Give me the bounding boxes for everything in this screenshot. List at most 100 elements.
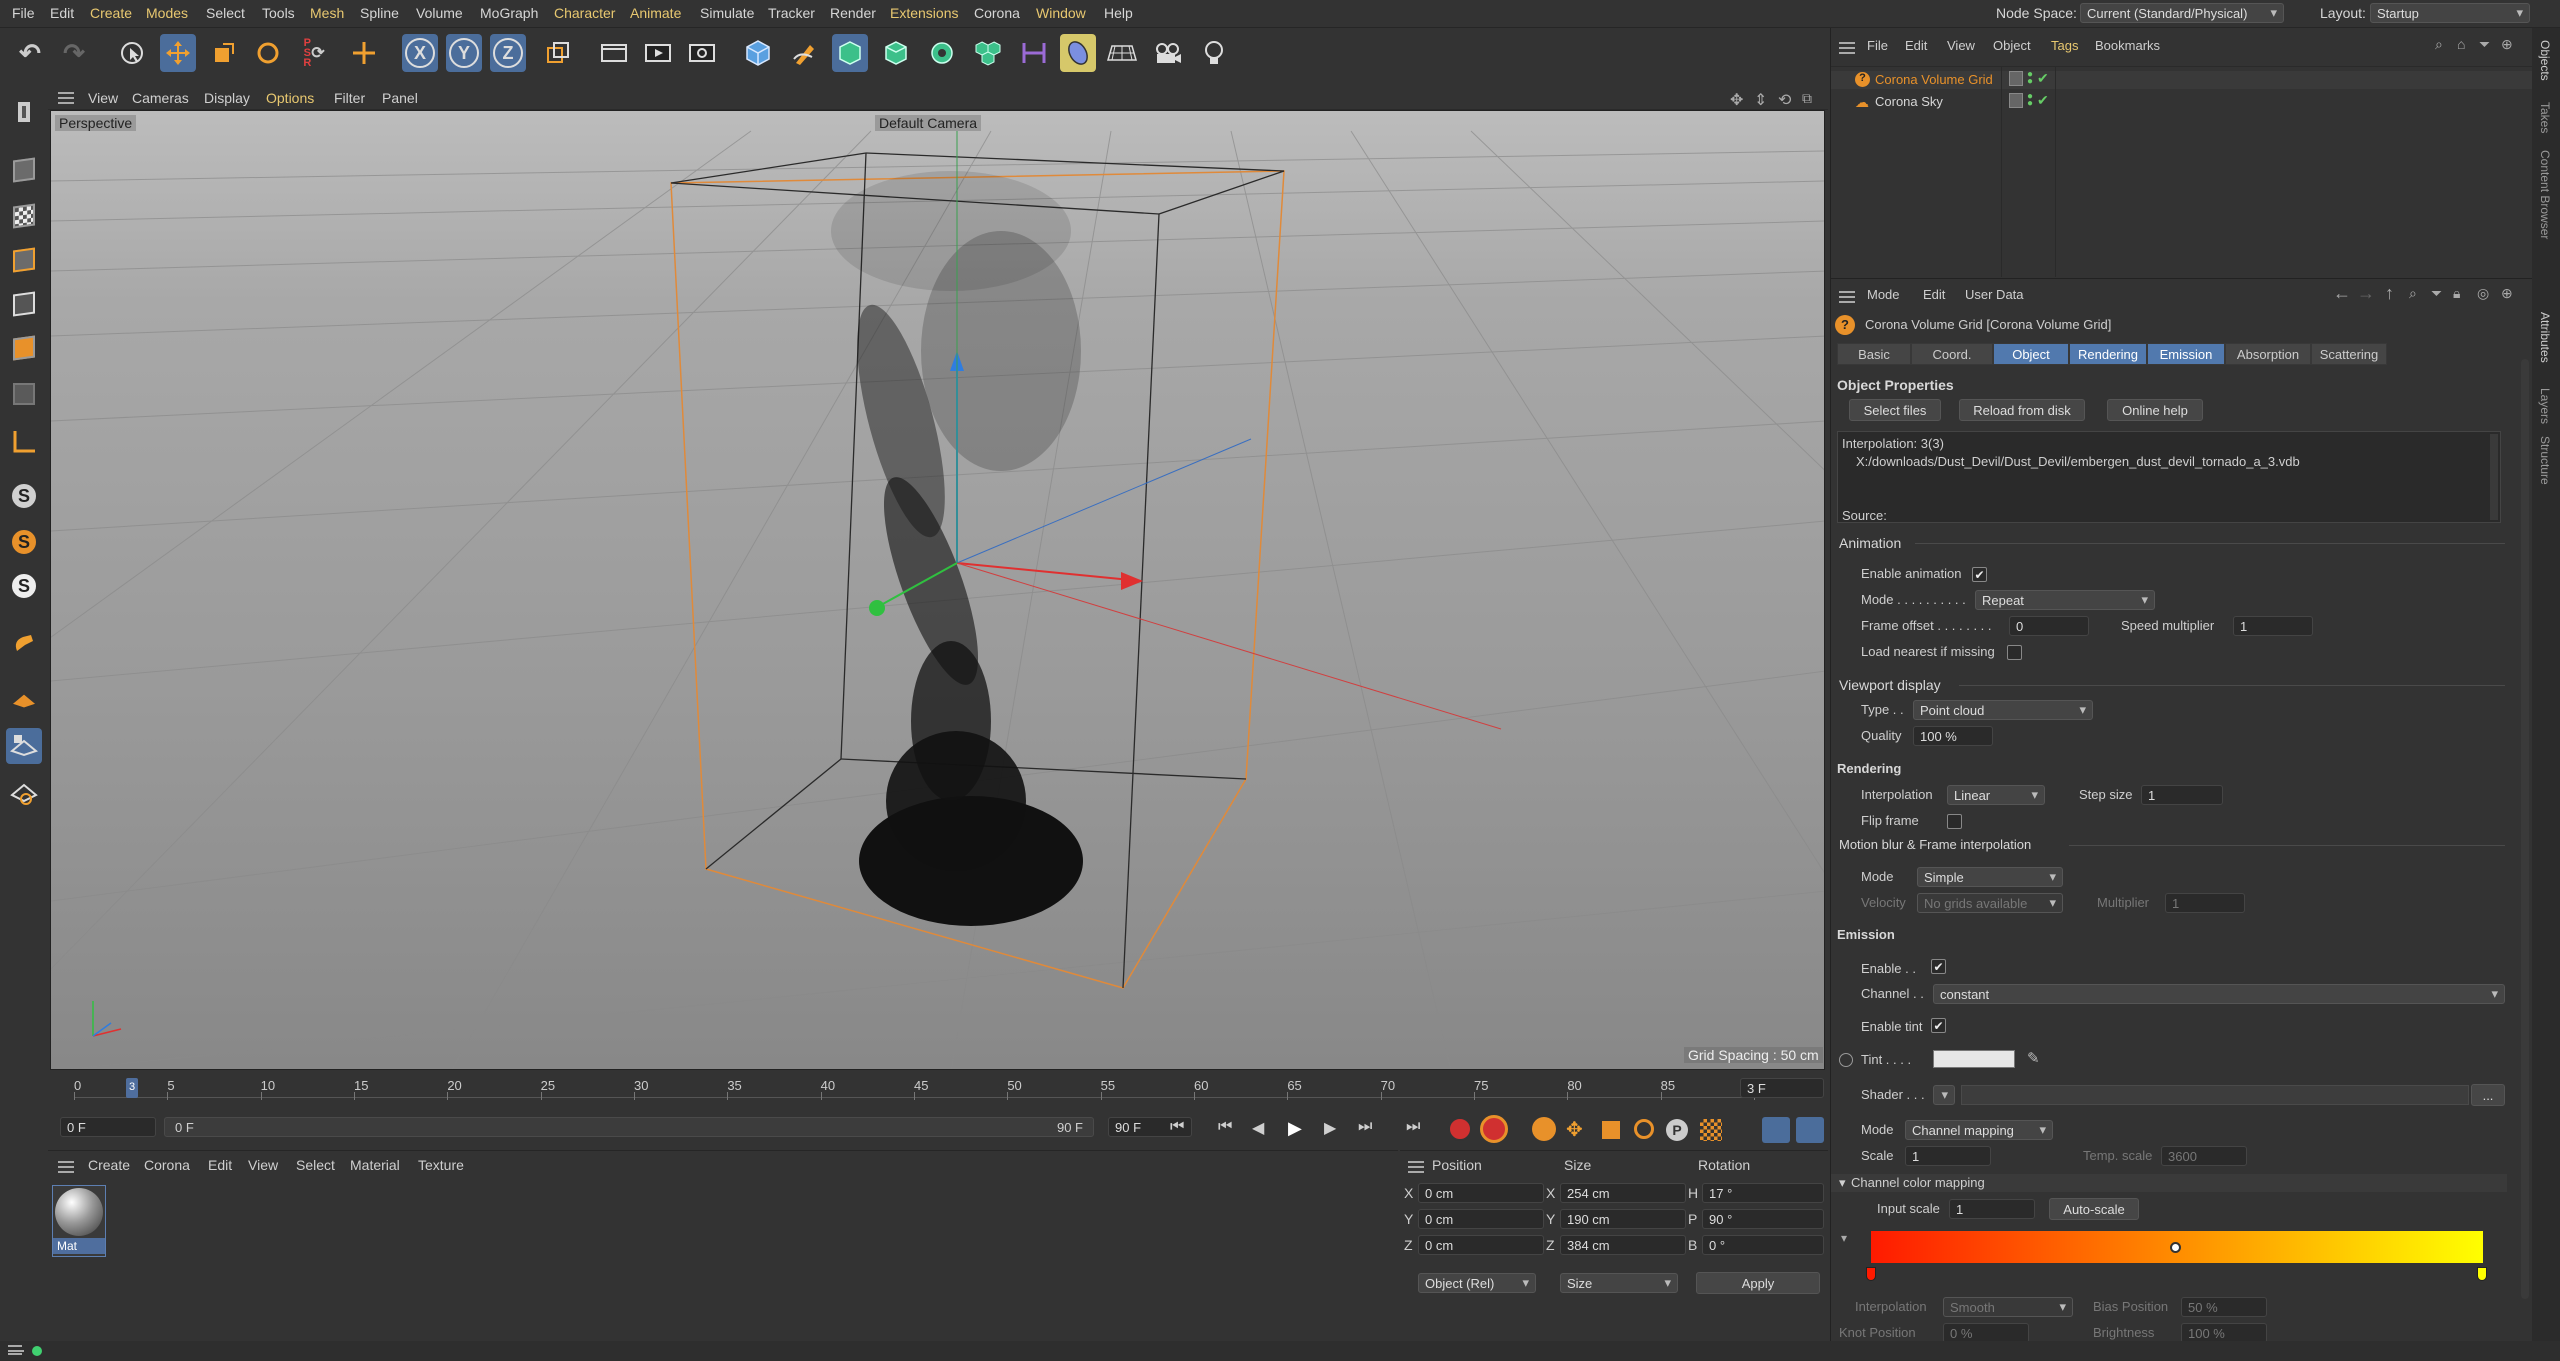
go-to-start-icon[interactable]: ⏮ [1170,1118,1184,1136]
material-swatch[interactable]: Mat [52,1185,106,1257]
scale-field[interactable]: 1 [1905,1146,1991,1166]
input-scale-field[interactable]: 1 [1949,1199,2035,1219]
material-menu-material[interactable]: Material [350,1157,400,1173]
gradient-knot-end[interactable] [2477,1267,2487,1281]
viewport-menu-filter[interactable]: Filter [334,90,365,106]
coord-size-x-field[interactable]: 254 cm [1560,1183,1686,1203]
attr-filter-icon[interactable]: ⏷ [2431,285,2442,302]
node-space-dropdown[interactable]: Current (Standard/Physical) [2080,3,2284,23]
tab-emission[interactable]: Emission [2147,343,2225,365]
sidetab-layers[interactable]: Layers [2538,388,2552,424]
material-name[interactable]: Mat [53,1238,105,1254]
viewport-camera-name[interactable]: Default Camera [875,115,982,131]
info-textbox[interactable]: Interpolation: 3(3) X:/downloads/Dust_De… [1837,431,2501,523]
tint-animate-icon[interactable] [1839,1053,1853,1067]
sidetab-structure[interactable]: Structure [2538,436,2552,485]
move-tool-icon[interactable] [160,34,196,72]
previous-frame-icon[interactable]: ◀ [1252,1118,1264,1138]
menu-window[interactable]: Window [1036,5,1086,21]
tab-object[interactable]: Object [1993,343,2069,365]
visibility-dots-icon[interactable]: ● ● [2027,70,2033,87]
coord-apply-button[interactable]: Apply [1696,1272,1820,1294]
tab-scattering[interactable]: Scattering [2311,343,2387,365]
attribute-hamburger-icon[interactable] [1839,291,1855,303]
enable-animation-checkbox[interactable]: ✔ [1972,567,1987,582]
obj-menu-edit[interactable]: Edit [1905,38,1927,53]
coordinate-tool-icon[interactable] [346,34,382,72]
viewport-menu-display[interactable]: Display [204,90,250,106]
autokey-icon[interactable] [1480,1115,1508,1143]
recent-tools-icon[interactable]: P S R ⟳ [296,34,332,72]
layer-icon[interactable] [2009,93,2023,108]
field-icon[interactable] [1060,34,1096,72]
layout-dropdown[interactable]: Startup [2370,3,2530,23]
frame-offset-field[interactable]: 0 [2009,616,2089,636]
gradient-knot-start[interactable] [1866,1267,1876,1281]
material-menu-create[interactable]: Create [88,1157,130,1173]
material-menu-texture[interactable]: Texture [418,1157,464,1173]
keyframe-selection-icon[interactable] [1532,1117,1556,1141]
obj-menu-file[interactable]: File [1867,38,1888,53]
viewport-pan-icon[interactable]: ✥ [1730,90,1743,110]
attr-menu-edit[interactable]: Edit [1923,287,1945,302]
brightness-field[interactable]: 100 % [2181,1323,2267,1343]
forward-arrow-icon[interactable]: → [2357,283,2375,304]
menu-mograph[interactable]: MoGraph [480,5,538,21]
model-mode-icon[interactable] [6,152,42,188]
locked-workplane-icon[interactable] [6,728,42,764]
menu-extensions[interactable]: Extensions [890,5,958,21]
make-editable-icon[interactable] [6,94,42,130]
coordinates-hamburger-icon[interactable] [1408,1161,1424,1173]
shader-dropdown[interactable] [1933,1085,1955,1105]
select-tool-icon[interactable] [114,34,150,72]
current-frame-field[interactable]: 3 F [1740,1078,1824,1098]
coord-pos-x-field[interactable]: 0 cm [1418,1183,1544,1203]
viewport-hamburger-icon[interactable] [58,92,74,104]
attr-menu-user-data[interactable]: User Data [1965,287,2024,302]
menu-modes[interactable]: Modes [146,5,188,21]
menu-create[interactable]: Create [90,5,132,21]
pen-spline-icon[interactable] [786,34,822,72]
3d-viewport[interactable]: Perspective Default Camera Grid Spacing … [50,110,1825,1070]
step-size-field[interactable]: 1 [2141,785,2223,805]
uv-mode-icon[interactable] [6,376,42,412]
anim-mode-dropdown[interactable]: Repeat [1975,590,2155,610]
undo-icon[interactable]: ↶ [12,34,48,72]
tab-basic[interactable]: Basic [1837,343,1911,365]
coordinate-system-icon[interactable] [540,34,576,72]
menu-spline[interactable]: Spline [360,5,399,21]
timeline[interactable]: 051015202530354045505560657075808590 3 3… [48,1072,1828,1120]
coord-rot-h-field[interactable]: 17 ° [1702,1183,1824,1203]
load-nearest-checkbox[interactable] [2007,645,2022,660]
menu-tools[interactable]: Tools [262,5,295,21]
shader-slot[interactable] [1961,1085,2469,1105]
z-axis-lock-button[interactable]: Z [490,34,526,72]
reload-from-disk-button[interactable]: Reload from disk [1959,399,2085,421]
enabled-check-icon[interactable]: ✔ [2037,70,2049,87]
coord-size-mode-dropdown[interactable]: Size [1560,1273,1678,1293]
viewport-menu-panel[interactable]: Panel [382,90,418,106]
tab-rendering[interactable]: Rendering [2069,343,2147,365]
attr-menu-mode[interactable]: Mode [1867,287,1900,302]
polygons-mode-icon[interactable] [6,330,42,366]
floor-icon[interactable] [1104,34,1140,72]
interpolation-dropdown[interactable]: Linear [1947,785,2045,805]
coord-rot-p-field[interactable]: 90 ° [1702,1209,1824,1229]
menu-select[interactable]: Select [206,5,245,21]
viewport-menu-cameras[interactable]: Cameras [132,90,189,106]
attribute-scrollbar[interactable] [2521,359,2529,1299]
frame-range-slider[interactable]: 0 F 90 F [164,1117,1094,1137]
quality-field[interactable]: 100 % [1913,726,1993,746]
obj-search-icon[interactable]: ⌕ [2435,36,2443,53]
auto-scale-button[interactable]: Auto-scale [2049,1198,2139,1220]
motion-system-icon[interactable] [1762,1117,1790,1143]
menu-corona[interactable]: Corona [974,5,1020,21]
sidetab-objects[interactable]: Objects [2538,40,2552,81]
cube-primitive-icon[interactable] [740,34,776,72]
material-menu-view[interactable]: View [248,1157,278,1173]
menu-volume[interactable]: Volume [416,5,463,21]
sidetab-attributes[interactable]: Attributes [2538,312,2552,363]
next-key-icon[interactable]: ⏭ [1358,1118,1372,1136]
render-settings-icon[interactable] [684,34,720,72]
coord-pos-z-field[interactable]: 0 cm [1418,1235,1544,1255]
